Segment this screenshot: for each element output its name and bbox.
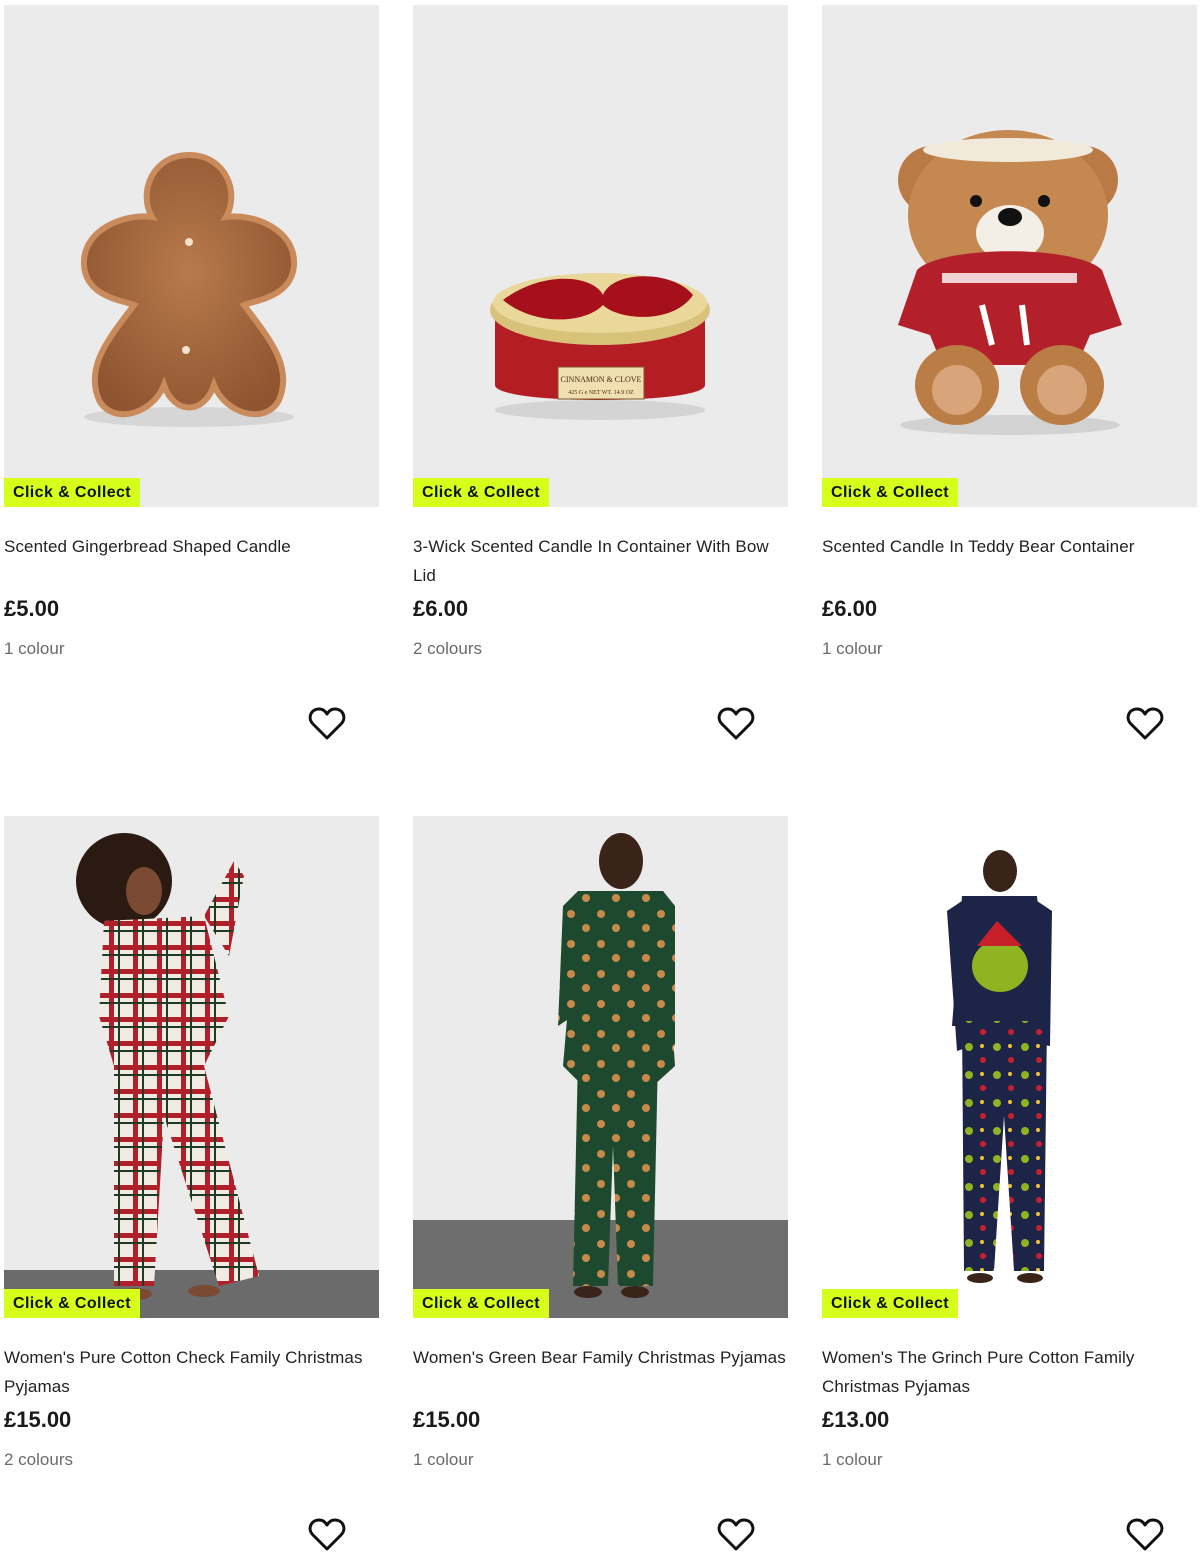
product-price: £15.00 (4, 1407, 72, 1432)
gingerbread-candle-image (80, 151, 298, 427)
candle-label-name: CINNAMON & CLOVE (561, 375, 642, 384)
heart-outline-icon (717, 1518, 755, 1551)
product-price: £13.00 (822, 1407, 890, 1432)
product-price: £6.00 (413, 596, 469, 621)
wishlist-button[interactable] (308, 706, 346, 742)
product-price: £6.00 (822, 596, 878, 621)
product-colours: 1 colour (4, 639, 65, 658)
click-collect-badge: Click & Collect (822, 1289, 959, 1318)
wishlist-button[interactable] (308, 1517, 346, 1553)
product-card[interactable]: Click & Collect Scented Candle In Teddy … (822, 5, 1197, 785)
product-card[interactable]: Click & Collect Women's Green Bear Famil… (413, 816, 788, 1553)
check-pyjamas-model-image (76, 833, 259, 1300)
product-price: £15.00 (413, 1407, 481, 1432)
click-collect-badge: Click & Collect (413, 1289, 550, 1318)
product-colours: 2 colours (413, 639, 482, 658)
product-title[interactable]: Scented Candle In Teddy Bear Container (822, 532, 1197, 561)
product-title[interactable]: 3-Wick Scented Candle In Container With … (413, 532, 788, 590)
product-colours: 1 colour (413, 1450, 474, 1469)
product-image[interactable] (4, 816, 379, 1318)
product-card[interactable]: Click & Collect Women's Pure Cotton Chec… (4, 816, 379, 1553)
product-title[interactable]: Scented Gingerbread Shaped Candle (4, 532, 379, 561)
product-colours: 1 colour (822, 639, 883, 658)
wishlist-button[interactable] (1126, 706, 1164, 742)
red-tin-candle-image: CINNAMON & CLOVE 425 G e NET WT. 14.9 OZ (490, 273, 710, 420)
product-image[interactable] (413, 816, 788, 1318)
click-collect-badge: Click & Collect (822, 478, 959, 507)
product-image[interactable] (822, 816, 1197, 1318)
product-colours: 1 colour (822, 1450, 883, 1469)
product-title[interactable]: Women's Pure Cotton Check Family Christm… (4, 1343, 379, 1401)
wishlist-button[interactable] (717, 1517, 755, 1553)
product-image[interactable] (822, 5, 1197, 507)
click-collect-badge: Click & Collect (4, 478, 141, 507)
grinch-pyjamas-model-image (947, 850, 1052, 1283)
wishlist-button[interactable] (717, 706, 755, 742)
heart-outline-icon (1126, 707, 1164, 740)
heart-outline-icon (717, 707, 755, 740)
product-card[interactable]: Click & Collect Women's The Grinch Pure … (822, 816, 1197, 1553)
heart-outline-icon (308, 707, 346, 740)
teddy-bear-candle-image (898, 130, 1122, 435)
click-collect-badge: Click & Collect (413, 478, 550, 507)
product-title[interactable]: Women's The Grinch Pure Cotton Family Ch… (822, 1343, 1197, 1401)
product-image[interactable] (4, 5, 379, 507)
green-bear-pyjamas-model-image (558, 833, 675, 1298)
product-price: £5.00 (4, 596, 60, 621)
candle-label-weight: 425 G e NET WT. 14.9 OZ (568, 390, 634, 396)
product-card[interactable]: CINNAMON & CLOVE 425 G e NET WT. 14.9 OZ… (413, 5, 788, 785)
heart-outline-icon (308, 1518, 346, 1551)
heart-outline-icon (1126, 1518, 1164, 1551)
product-card[interactable]: Click & Collect Scented Gingerbread Shap… (4, 5, 379, 785)
product-grid: Click & Collect Scented Gingerbread Shap… (0, 0, 1200, 1553)
product-title[interactable]: Women's Green Bear Family Christmas Pyja… (413, 1343, 788, 1372)
product-colours: 2 colours (4, 1450, 73, 1469)
click-collect-badge: Click & Collect (4, 1289, 141, 1318)
product-image[interactable]: CINNAMON & CLOVE 425 G e NET WT. 14.9 OZ (413, 5, 788, 507)
wishlist-button[interactable] (1126, 1517, 1164, 1553)
